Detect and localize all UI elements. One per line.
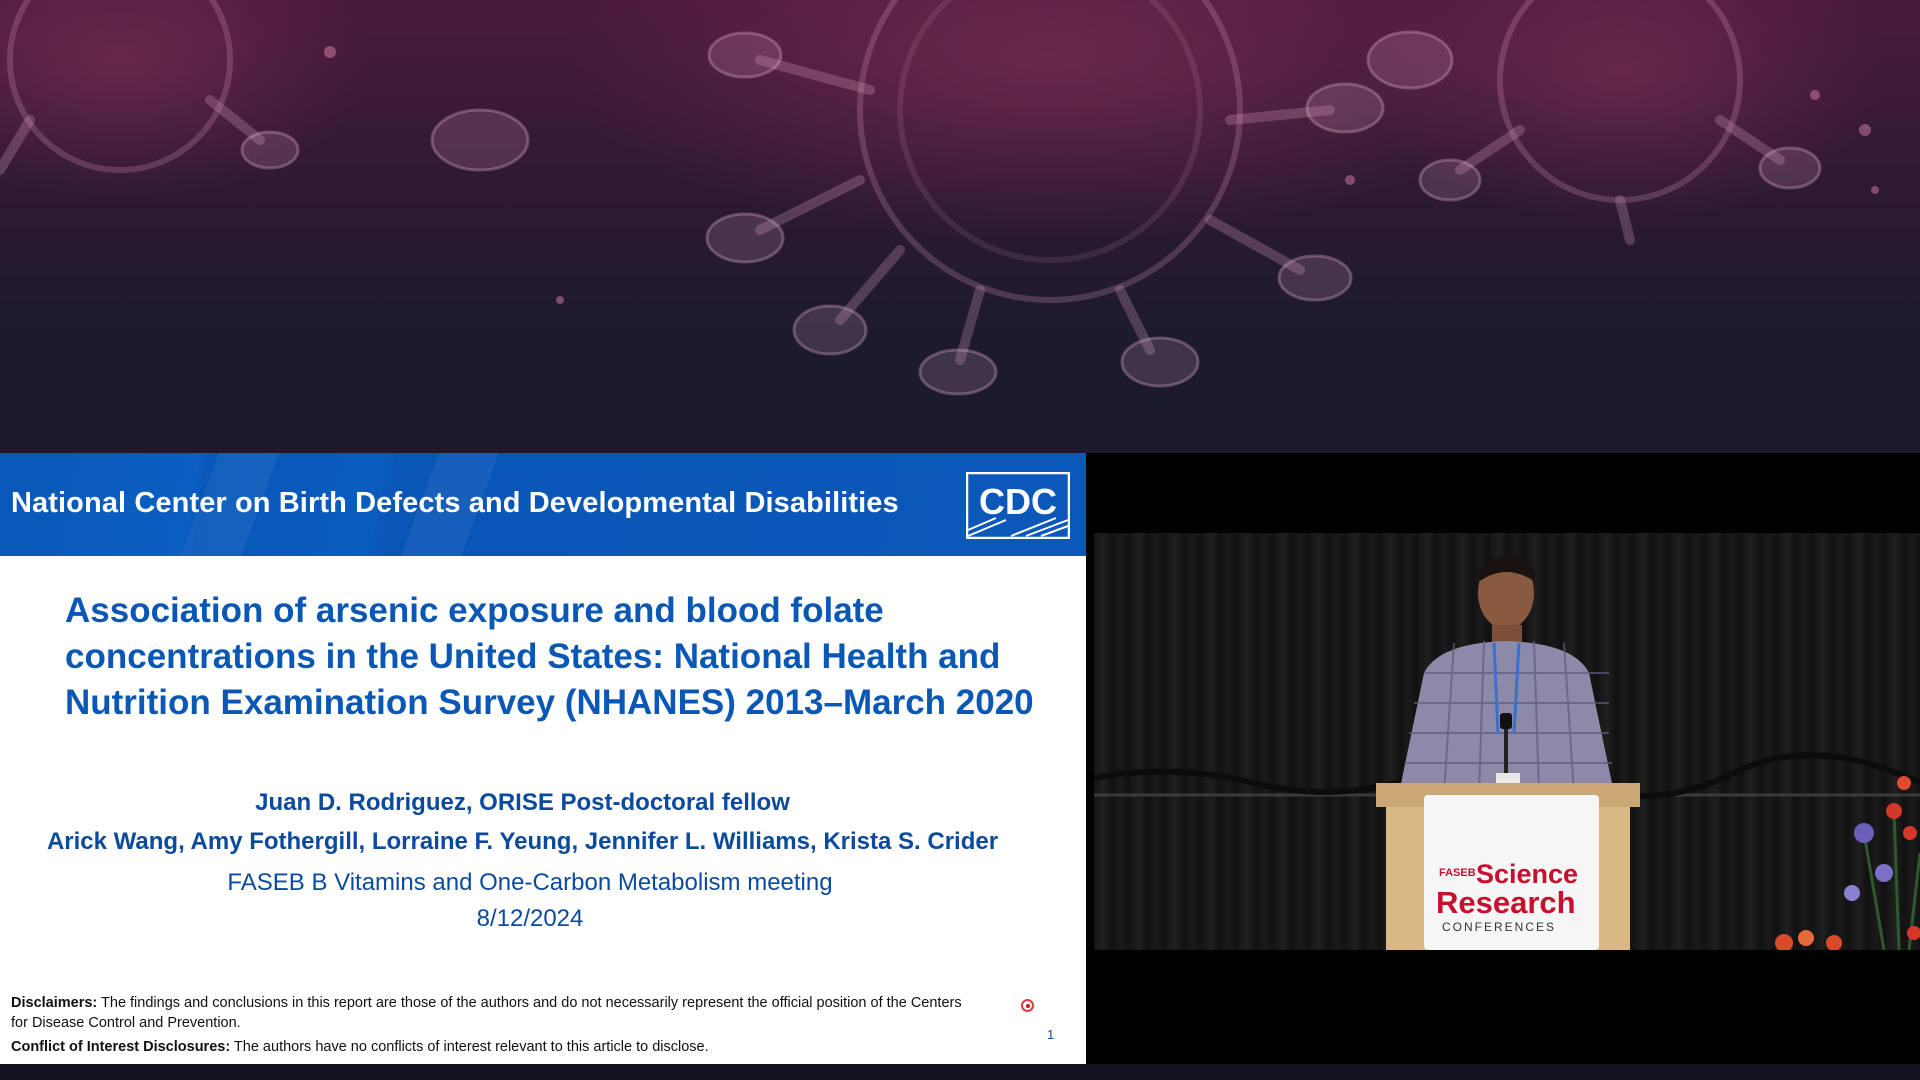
disclaimer-body: The findings and conclusions in this rep… xyxy=(11,995,962,1031)
podium-brand-line3: CONFERENCES xyxy=(1442,920,1556,934)
speaker-video-frame: FASEB Science Research CONFERENCES xyxy=(1094,556,1920,950)
meeting-name: FASEB B Vitamins and One-Carbon Metaboli… xyxy=(227,869,833,896)
presenter-name: Juan D. Rodriguez, ORISE Post-doctoral f… xyxy=(255,789,790,816)
disclaimer-text: Disclaimers: The findings and conclusion… xyxy=(11,993,971,1033)
speaker-person xyxy=(1399,556,1614,794)
flower-arrangement xyxy=(1775,776,1920,950)
bottom-border xyxy=(0,1064,1920,1080)
podium: FASEB Science Research CONFERENCES xyxy=(1376,783,1640,950)
slide-title-line: Nutrition Examination Survey (NHANES) 20… xyxy=(65,683,1034,722)
speaker-video[interactable]: FASEB Science Research CONFERENCES xyxy=(1094,533,1920,950)
coi-body: The authors have no conflicts of interes… xyxy=(230,1039,709,1055)
slide-title: Association of arsenic exposure and bloo… xyxy=(65,588,1055,726)
virus-background-illustration xyxy=(0,0,1879,396)
slide-title-line: concentrations in the United States: Nat… xyxy=(65,637,1001,676)
cdc-logo-text: CDC xyxy=(979,481,1057,522)
conflict-disclosure: Conflict of Interest Disclosures: The au… xyxy=(11,1037,971,1057)
presentation-slide: National Center on Birth Defects and Dev… xyxy=(0,453,1086,1064)
slide-number: 1 xyxy=(1047,1027,1055,1042)
center-name: National Center on Birth Defects and Dev… xyxy=(11,487,899,519)
slide-header-bar: National Center on Birth Defects and Dev… xyxy=(0,453,1086,556)
slide-title-line: Association of arsenic exposure and bloo… xyxy=(65,591,884,630)
presentation-stage: National Center on Birth Defects and Dev… xyxy=(0,0,1920,1080)
podium-brand-small: FASEB xyxy=(1439,867,1476,879)
coi-label: Conflict of Interest Disclosures: xyxy=(11,1039,231,1055)
speaker-video-panel: FASEB Science Research CONFERENCES xyxy=(1086,453,1920,1064)
cdc-logo-icon: CDC xyxy=(966,472,1070,539)
coauthor-list: Arick Wang, Amy Fothergill, Lorraine F. … xyxy=(46,828,999,855)
podium-brand-line2: Research xyxy=(1436,885,1576,920)
disclaimer-label: Disclaimers: xyxy=(11,995,98,1011)
presentation-date: 8/12/2024 xyxy=(476,905,584,932)
virus-background-banner xyxy=(0,0,1920,453)
laser-pointer-icon xyxy=(1021,999,1034,1012)
